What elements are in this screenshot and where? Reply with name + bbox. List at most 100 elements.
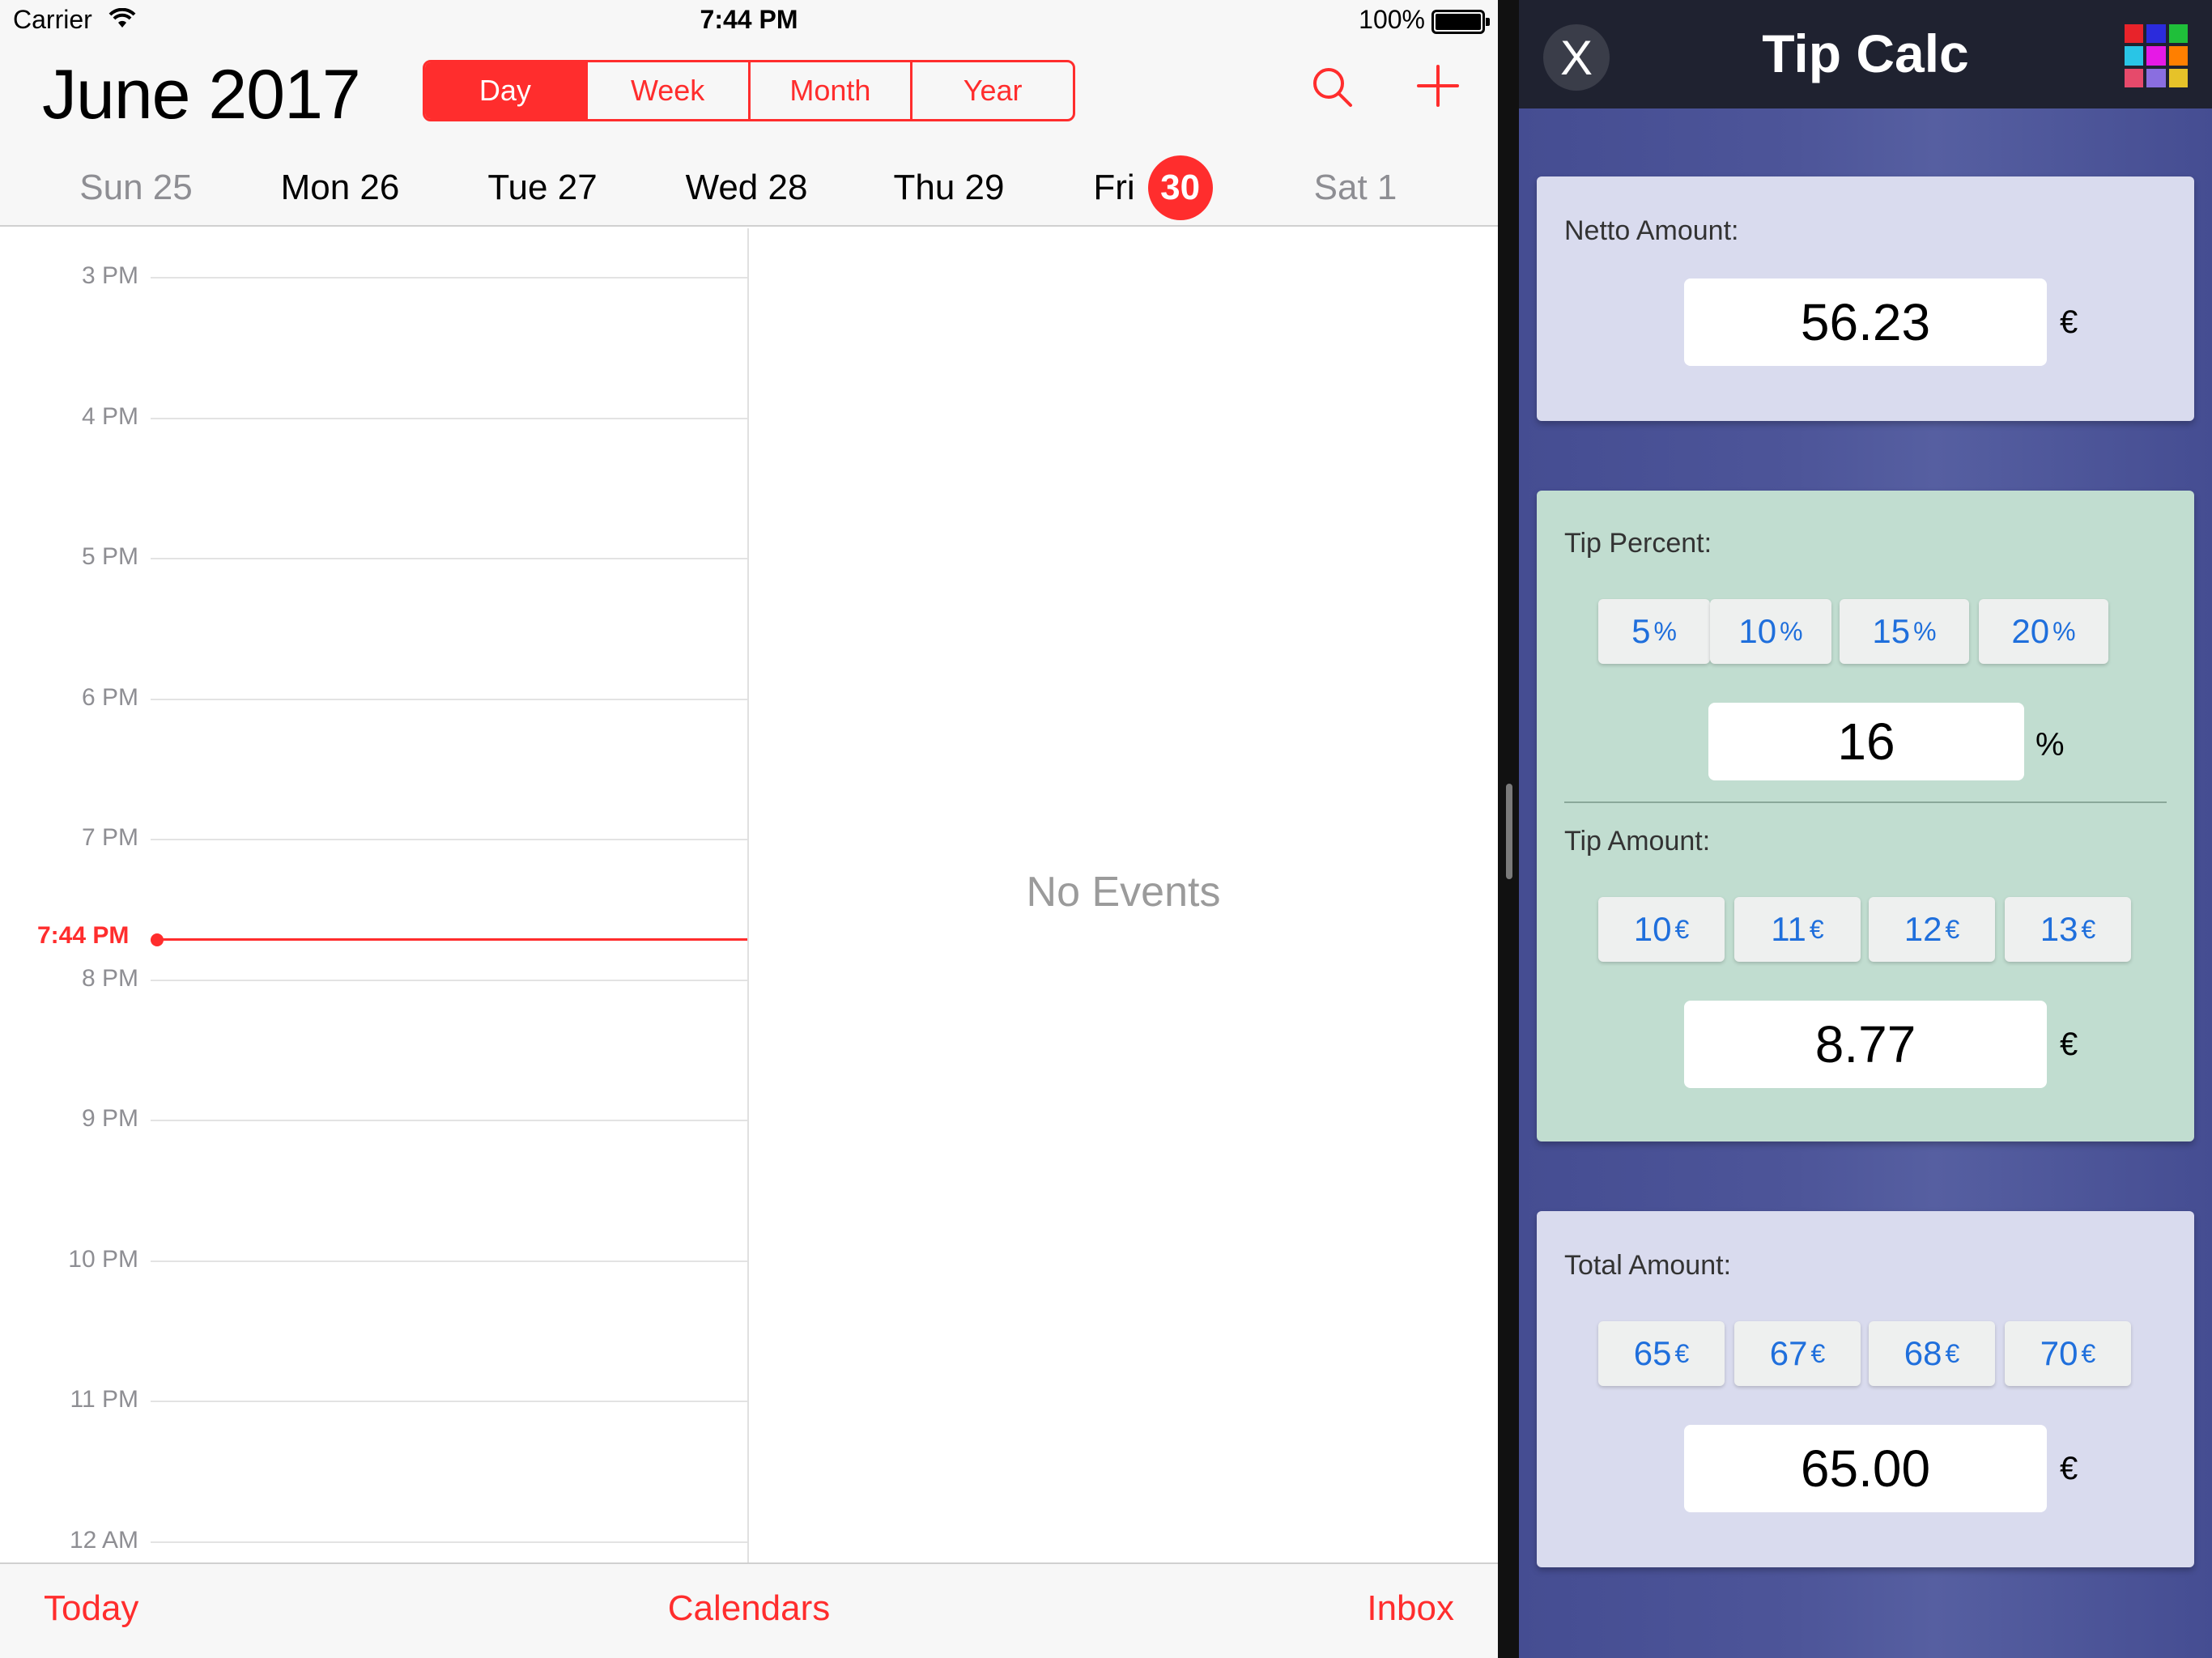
tip-panel: Tip Percent: 5% 10% 15% 20% 16 % Tip Amount… (1537, 491, 2194, 1141)
hour-label: 7 PM (81, 824, 138, 851)
color-swatch (2125, 68, 2144, 87)
view-segmented-control: Day Week Month Year (423, 60, 1075, 121)
week-day-2[interactable]: Tue 27 (445, 149, 640, 227)
hour-row: 8 PM (0, 965, 747, 992)
hour-row: 4 PM (0, 403, 747, 430)
week-day-label: Tue 27 (487, 168, 598, 207)
week-day-0[interactable]: Sun 25 (39, 149, 233, 227)
hour-gridline (151, 979, 747, 981)
tip-amount-label: Tip Amount: (1564, 826, 1711, 857)
tip-amount-unit: € (2060, 1027, 2078, 1062)
hour-label: 4 PM (81, 402, 138, 430)
chip-unit: € (1674, 914, 1690, 944)
tip-percent-unit: % (2035, 727, 2065, 763)
hour-row: 12 AM (0, 1527, 747, 1554)
week-day-label: Thu 29 (893, 168, 1005, 207)
hour-label: 9 PM (81, 1105, 138, 1132)
chip-unit: € (2081, 914, 2096, 944)
hour-row: 7 PM (0, 824, 747, 851)
color-swatch (2125, 46, 2144, 66)
hour-gridline (151, 1260, 747, 1262)
hour-gridline (151, 558, 747, 559)
hour-gridline (151, 839, 747, 840)
calendars-button[interactable]: Calendars (0, 1588, 1498, 1629)
color-swatch (2146, 68, 2166, 87)
tip-percent-chip-2[interactable]: 15% (1840, 599, 1969, 664)
week-day-4[interactable]: Thu 29 (852, 149, 1046, 227)
week-strip: Sun 25 Mon 26 Tue 27 Wed 28 Thu 29 Fri 30 Sat 1 (0, 149, 1498, 227)
total-chip-2[interactable]: 68 € (1869, 1321, 1995, 1386)
netto-unit: € (2060, 304, 2078, 340)
hour-label: 6 PM (81, 683, 138, 711)
hour-gridline (151, 1120, 747, 1121)
color-swatch (2125, 24, 2144, 44)
today-button[interactable]: Today (44, 1588, 138, 1629)
segment-month[interactable]: Month (751, 62, 913, 119)
tip-percent-label: Tip Percent: (1564, 528, 1712, 559)
total-chip-1[interactable]: 67 € (1734, 1321, 1861, 1386)
total-chip-3[interactable]: 70 € (2005, 1321, 2131, 1386)
chip-value: 10 (1633, 910, 1672, 948)
hour-row: 11 PM (0, 1386, 747, 1413)
chip-unit: € (1945, 914, 1960, 944)
chip-value: 15 (1872, 612, 1911, 650)
chip-value: 12 (1904, 910, 1942, 948)
segment-year[interactable]: Year (912, 62, 1073, 119)
week-day-1[interactable]: Mon 26 (243, 149, 437, 227)
app-title: Tip Calc (1762, 23, 1969, 83)
chip-unit: € (1674, 1338, 1690, 1368)
split-view-drag-handle[interactable] (1506, 784, 1512, 879)
add-event-button[interactable] (1414, 62, 1462, 110)
tip-amount-field[interactable]: 8.77 (1684, 1001, 2047, 1088)
chip-unit: % (1780, 616, 1803, 646)
hour-label: 3 PM (81, 262, 138, 289)
tip-amount-chip-1[interactable]: 11 € (1734, 897, 1861, 962)
chip-unit: € (2081, 1338, 2096, 1368)
week-day-label: Sun 25 (79, 168, 193, 207)
year-label: 2017 (208, 56, 360, 134)
hour-row: 10 PM (0, 1246, 747, 1273)
tip-percent-chip-3[interactable]: 20% (1979, 599, 2108, 664)
total-amount-field[interactable]: 65.00 (1684, 1425, 2047, 1512)
chip-unit: € (1809, 914, 1824, 944)
hour-label: 5 PM (81, 543, 138, 570)
chip-value: 5 (1631, 612, 1651, 650)
inbox-button[interactable]: Inbox (1367, 1588, 1454, 1629)
tip-percent-chip-0[interactable]: 5% (1598, 599, 1710, 664)
hour-label: 8 PM (81, 964, 138, 992)
selected-day-badge: 30 (1147, 155, 1213, 220)
hour-row: 3 PM (0, 262, 747, 289)
color-swatch (2168, 46, 2188, 66)
hour-gridline (151, 1401, 747, 1402)
chip-unit: % (2052, 616, 2076, 646)
search-button[interactable] (1308, 63, 1357, 112)
week-day-label: Sat 1 (1313, 168, 1397, 207)
month-title[interactable]: June 2017 (42, 55, 361, 135)
chip-unit: % (1913, 616, 1937, 646)
battery-icon (1431, 10, 1490, 34)
chip-value: 65 (1633, 1334, 1672, 1372)
hour-label: 12 AM (69, 1526, 138, 1554)
netto-panel: Netto Amount: 56.23 € (1537, 176, 2194, 421)
hour-label: 11 PM (70, 1386, 138, 1413)
segment-day[interactable]: Day (425, 62, 588, 119)
tip-amount-chip-0[interactable]: 10 € (1598, 897, 1725, 962)
week-day-5[interactable]: Fri 30 (1056, 149, 1250, 227)
week-day-3[interactable]: Wed 28 (649, 149, 844, 227)
chip-value: 68 (1904, 1334, 1942, 1372)
color-theme-grid-icon[interactable] (2125, 24, 2188, 87)
tip-percent-chip-1[interactable]: 10% (1710, 599, 1831, 664)
hour-gridline (151, 277, 747, 278)
color-swatch (2168, 24, 2188, 44)
chip-value: 10 (1738, 612, 1777, 650)
tip-percent-field[interactable]: 16 (1708, 703, 2024, 780)
total-chip-0[interactable]: 65 € (1598, 1321, 1725, 1386)
segment-week[interactable]: Week (588, 62, 751, 119)
day-timeline[interactable]: 3 PM 4 PM 5 PM 6 PM 7 PM 8 PM 9 PM 10 PM 11 PM 12… (0, 228, 1498, 1562)
netto-amount-field[interactable]: 56.23 (1684, 278, 2047, 366)
plus-icon (1417, 65, 1459, 107)
hour-row: 5 PM (0, 543, 747, 570)
tip-amount-chip-2[interactable]: 12 € (1869, 897, 1995, 962)
week-day-6[interactable]: Sat 1 (1258, 149, 1453, 227)
tip-amount-chip-3[interactable]: 13 € (2005, 897, 2131, 962)
